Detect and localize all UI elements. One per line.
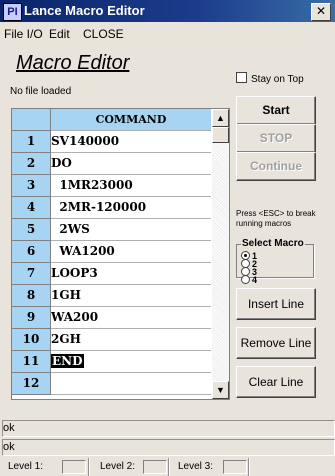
table-row[interactable]: 12: [12, 373, 211, 395]
insert-line-button[interactable]: Insert Line: [236, 288, 316, 320]
menu-file-io[interactable]: File I/O: [4, 27, 43, 41]
table-row[interactable]: 6 WA1200: [12, 241, 211, 263]
command-cell[interactable]: WA200: [51, 307, 211, 329]
menu-close[interactable]: CLOSE: [83, 27, 124, 41]
row-number: 12: [12, 373, 51, 395]
command-cell[interactable]: 2MR-120000: [51, 197, 211, 219]
status-divider: [168, 458, 169, 476]
table-row[interactable]: 5 2WS: [12, 219, 211, 241]
window-title: Lance Macro Editor: [24, 3, 145, 18]
escape-hint: Press <ESC> to break running macros: [236, 209, 316, 228]
status-divider: [88, 458, 89, 476]
vertical-scrollbar[interactable]: ▲ ▼: [212, 109, 229, 399]
level-3-label: Level 3:: [178, 461, 214, 472]
table-row[interactable]: 7 LOOP3: [12, 263, 211, 285]
row-number: 3: [12, 175, 51, 197]
table-row[interactable]: 2 DO: [12, 153, 211, 175]
row-number: 1: [12, 131, 51, 153]
table-row[interactable]: 3 1MR23000: [12, 175, 211, 197]
table-row[interactable]: 4 2MR-120000: [12, 197, 211, 219]
row-number: 11: [12, 351, 51, 373]
close-window-button[interactable]: ✕: [311, 3, 331, 21]
command-cell[interactable]: LOOP3: [51, 263, 211, 285]
stop-button[interactable]: STOP: [236, 124, 316, 153]
select-macro-group: Select Macro 1 2 3 4: [236, 238, 314, 285]
radio-icon[interactable]: [241, 275, 250, 284]
row-number: 2: [12, 153, 51, 175]
start-button[interactable]: Start: [236, 96, 316, 125]
clear-line-button[interactable]: Clear Line: [236, 366, 316, 398]
command-column-header: COMMAND: [51, 109, 211, 131]
table-row[interactable]: 8 1GH: [12, 285, 211, 307]
command-cell[interactable]: DO: [51, 153, 211, 175]
row-number: 4: [12, 197, 51, 219]
selected-command-text: END: [51, 354, 84, 368]
level-3-indicator: [223, 460, 247, 474]
level-2-label: Level 2:: [100, 461, 136, 472]
select-macro-label: Select Macro: [241, 238, 305, 249]
row-number: 7: [12, 263, 51, 285]
row-number: 5: [12, 219, 51, 241]
stay-on-top-label: Stay on Top: [251, 74, 304, 85]
command-cell-selected[interactable]: END: [51, 351, 211, 373]
level-1-label: Level 1:: [8, 461, 44, 472]
status-line-2: ok: [2, 439, 335, 456]
page-title: Macro Editor: [16, 52, 130, 74]
level-bar: Level 1: Level 2: Level 3:: [0, 458, 335, 476]
level-1-indicator: [62, 460, 86, 474]
file-status: No file loaded: [10, 86, 72, 97]
stay-on-top-toggle[interactable]: Stay on Top: [236, 72, 304, 85]
table-row[interactable]: 9 WA200: [12, 307, 211, 329]
menu-edit[interactable]: Edit: [49, 27, 70, 41]
command-cell[interactable]: 2WS: [51, 219, 211, 241]
status-divider: [248, 458, 249, 476]
continue-button[interactable]: Continue: [236, 152, 316, 181]
command-cell[interactable]: WA1200: [51, 241, 211, 263]
stay-on-top-checkbox[interactable]: [236, 72, 247, 83]
row-number-header: [12, 109, 51, 131]
macro-radio-4[interactable]: 4: [241, 275, 257, 285]
scroll-down-button[interactable]: ▼: [212, 381, 229, 399]
row-number: 8: [12, 285, 51, 307]
app-icon: PI: [3, 3, 22, 21]
scroll-thumb[interactable]: [212, 127, 229, 143]
row-number: 6: [12, 241, 51, 263]
grid-header-row: COMMAND: [12, 109, 211, 131]
table-row[interactable]: 1 SV140000: [12, 131, 211, 153]
table-row[interactable]: 11 END: [12, 351, 211, 373]
command-grid[interactable]: COMMAND 1 SV140000 2 DO 3 1MR23000 4 2MR-1…: [11, 108, 230, 400]
command-cell[interactable]: 1MR23000: [51, 175, 211, 197]
level-2-indicator: [143, 460, 167, 474]
table-row[interactable]: 10 2GH: [12, 329, 211, 351]
command-cell[interactable]: 2GH: [51, 329, 211, 351]
command-cell[interactable]: 1GH: [51, 285, 211, 307]
row-number: 10: [12, 329, 51, 351]
command-cell[interactable]: [51, 373, 211, 395]
status-line-1: ok: [2, 420, 335, 437]
title-bar: PI Lance Macro Editor ✕: [0, 0, 335, 22]
row-number: 9: [12, 307, 51, 329]
remove-line-button[interactable]: Remove Line: [236, 327, 316, 359]
menu-bar: File I/O Edit CLOSE: [0, 24, 335, 44]
command-cell[interactable]: SV140000: [51, 131, 211, 153]
scroll-up-button[interactable]: ▲: [212, 109, 229, 127]
